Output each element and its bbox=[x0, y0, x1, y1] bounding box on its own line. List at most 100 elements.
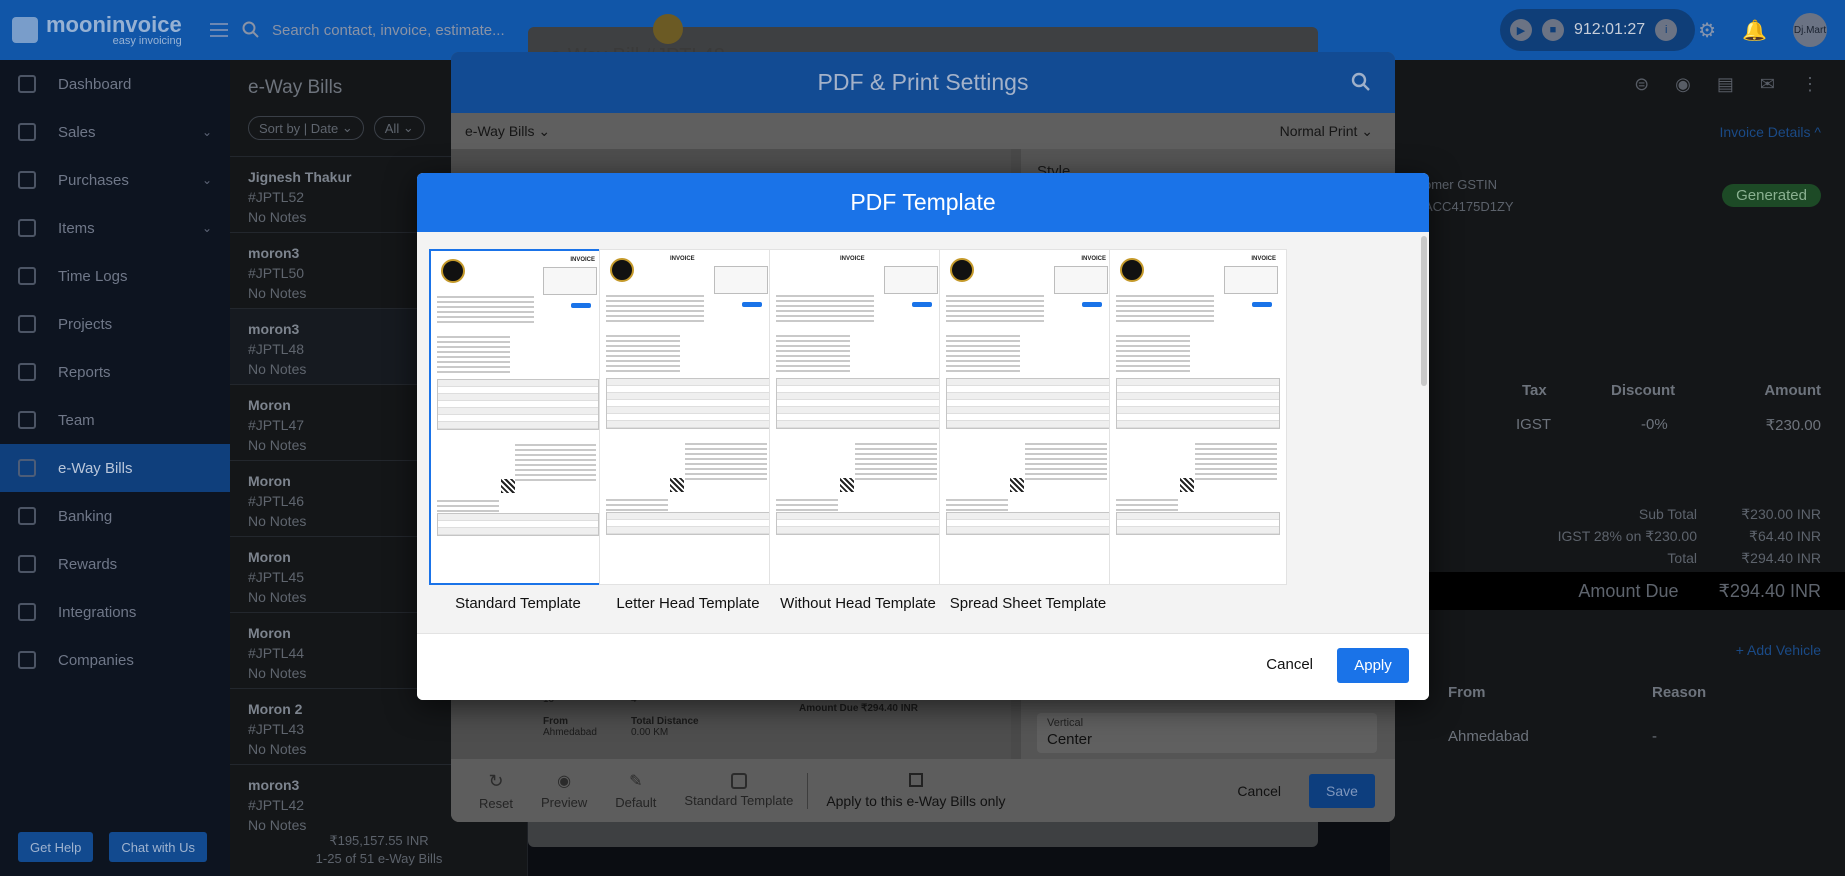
purchases-icon bbox=[18, 171, 36, 189]
thumbnail-graphic bbox=[514, 449, 596, 451]
sidebar-item-items[interactable]: Items ⌄ bbox=[0, 204, 230, 252]
chevron-down-icon[interactable]: ⌄ bbox=[202, 125, 212, 139]
thumbnail-graphic bbox=[1116, 370, 1190, 372]
thumbnail-graphic bbox=[607, 393, 769, 400]
thumbnail-graphic bbox=[776, 345, 850, 347]
eye-icon[interactable]: ◉ bbox=[1675, 74, 1691, 95]
thumbnail-graphic bbox=[1116, 499, 1179, 501]
thumbnail-graphic bbox=[946, 345, 1020, 347]
sidebar-item-sales[interactable]: Sales ⌄ bbox=[0, 108, 230, 156]
thumbnail-graphic bbox=[946, 315, 1045, 317]
preview-button[interactable]: ◉ Preview bbox=[541, 771, 587, 810]
invoice-details-link[interactable]: Invoice Details ^ bbox=[1720, 124, 1822, 140]
thumbnail-graphic bbox=[946, 350, 1020, 352]
chevron-down-icon[interactable]: ⌄ bbox=[202, 221, 212, 235]
sidebar-item-projects[interactable]: Projects bbox=[0, 300, 230, 348]
thumbnail-graphic bbox=[776, 300, 875, 302]
default-button[interactable]: ✎ Default bbox=[615, 771, 656, 810]
thumbnail-graphic bbox=[607, 407, 769, 414]
sidebar-item-label: Companies bbox=[58, 651, 134, 669]
thumbnail-graphic bbox=[437, 321, 535, 323]
thumbnail-graphic bbox=[606, 335, 680, 337]
logo[interactable]: mooninvoice easy invoicing bbox=[0, 0, 230, 60]
thumbnail-graphic bbox=[1024, 448, 1107, 450]
sidebar-item-label: e-Way Bills bbox=[58, 459, 133, 477]
template-label: Standard Template bbox=[455, 595, 581, 612]
sidebar-item-dashboard[interactable]: Dashboard bbox=[0, 60, 230, 108]
apply-only-checkbox[interactable]: Apply to this e-Way Bills only bbox=[826, 772, 1006, 809]
print-icon[interactable]: ▤ bbox=[1717, 74, 1734, 95]
sidebar-item-purchases[interactable]: Purchases ⌄ bbox=[0, 156, 230, 204]
thumbnail-graphic bbox=[1116, 355, 1190, 357]
print-mode-dropdown[interactable]: Normal Print ⌄ bbox=[1280, 123, 1373, 140]
bell-icon[interactable]: 🔔 bbox=[1742, 18, 1767, 43]
sidebar-item-reports[interactable]: Reports bbox=[0, 348, 230, 396]
stop-icon[interactable]: ■ bbox=[1542, 19, 1564, 41]
igst-row: IGST 28% on ₹230.00 ₹64.40 INR bbox=[1557, 528, 1821, 544]
sidebar-item-label: Purchases bbox=[58, 171, 129, 189]
thumbnail-graphic bbox=[606, 440, 770, 483]
chat-button[interactable]: Chat with Us bbox=[109, 832, 208, 862]
sidebar-item-rewards[interactable]: Rewards bbox=[0, 540, 230, 588]
play-icon[interactable]: ▶ bbox=[1510, 19, 1532, 41]
mail-icon[interactable]: ✉ bbox=[1760, 74, 1775, 95]
thumbnail-graphic bbox=[854, 478, 937, 480]
avatar-small bbox=[653, 14, 683, 44]
info-icon[interactable]: i bbox=[1655, 19, 1678, 41]
settings-save-button[interactable]: Save bbox=[1309, 773, 1375, 808]
total-row: Total ₹294.40 INR bbox=[1667, 550, 1821, 566]
template-card[interactable]: INVOICE bbox=[1109, 249, 1287, 595]
sidebar-item-team[interactable]: Team bbox=[0, 396, 230, 444]
home-icon bbox=[18, 75, 36, 93]
thumbnail-graphic bbox=[437, 366, 510, 368]
template-cancel-button[interactable]: Cancel bbox=[1266, 656, 1313, 673]
thumbnail-graphic bbox=[1117, 407, 1279, 414]
thumbnail-graphic bbox=[1120, 258, 1144, 282]
thumbnail-graphic bbox=[501, 479, 515, 493]
doc-type-dropdown[interactable]: e-Way Bills ⌄ bbox=[465, 123, 550, 140]
template-card[interactable]: INVOICE Letter Head Template bbox=[599, 249, 777, 612]
thumbnail-graphic bbox=[950, 258, 974, 282]
gstin-label: omer GSTIN bbox=[1424, 177, 1497, 192]
template-card[interactable]: INVOICE Spread Sheet Template bbox=[939, 249, 1117, 612]
sort-dropdown[interactable]: Sort by | Date ⌄ bbox=[248, 116, 364, 140]
template-card[interactable]: INVOICE Standard Template bbox=[429, 249, 607, 612]
chevron-down-icon[interactable]: ⌄ bbox=[202, 173, 212, 187]
thumbnail-graphic bbox=[777, 386, 939, 393]
sidebar-item-time-logs[interactable]: Time Logs bbox=[0, 252, 230, 300]
amount-due-bar: Amount Due ₹294.40 INR bbox=[1415, 572, 1845, 610]
thumbnail-graphic bbox=[1194, 443, 1277, 445]
sidebar-item-banking[interactable]: Banking bbox=[0, 492, 230, 540]
add-vehicle-link[interactable]: + Add Vehicle bbox=[1736, 642, 1821, 658]
thumbnail-graphic bbox=[437, 513, 599, 536]
search-icon[interactable] bbox=[1351, 72, 1371, 92]
scrollbar[interactable] bbox=[1421, 236, 1427, 386]
thumbnail-graphic bbox=[438, 514, 598, 521]
template-card[interactable]: INVOICE Without Head Template bbox=[769, 249, 947, 612]
sidebar-item-e-way-bills[interactable]: e-Way Bills bbox=[0, 444, 230, 492]
thumbnail-graphic bbox=[777, 421, 939, 428]
more-circle-icon[interactable]: ⊜ bbox=[1634, 74, 1649, 95]
thumbnail-graphic bbox=[946, 355, 1020, 357]
get-help-button[interactable]: Get Help bbox=[18, 832, 94, 862]
thumbnail-graphic bbox=[1054, 266, 1108, 294]
thumbnail-graphic bbox=[1117, 400, 1279, 407]
menu-icon[interactable] bbox=[209, 23, 228, 37]
thumbnail-graphic bbox=[610, 258, 634, 282]
more-vert-icon[interactable]: ⋮ bbox=[1801, 74, 1819, 95]
standard-template-button[interactable]: Standard Template bbox=[684, 773, 793, 808]
thumbnail-graphic bbox=[438, 521, 598, 528]
template-apply-button[interactable]: Apply bbox=[1337, 648, 1409, 683]
avatar[interactable]: Dj.Mart bbox=[1793, 13, 1827, 47]
thumbnail-graphic bbox=[1116, 295, 1215, 297]
sidebar-item-integrations[interactable]: Integrations bbox=[0, 588, 230, 636]
gear-icon[interactable]: ⚙ bbox=[1698, 18, 1716, 43]
thumbnail-graphic bbox=[606, 305, 705, 307]
thumbnail-graphic bbox=[437, 296, 535, 298]
vertical-select[interactable]: Vertical Center bbox=[1037, 713, 1377, 753]
sidebar-item-companies[interactable]: Companies bbox=[0, 636, 230, 684]
settings-cancel-button[interactable]: Cancel bbox=[1237, 783, 1281, 799]
filter-dropdown[interactable]: All ⌄ bbox=[373, 116, 425, 140]
thumbnail-graphic bbox=[437, 311, 535, 313]
reset-button[interactable]: ↻ Reset bbox=[479, 771, 513, 811]
